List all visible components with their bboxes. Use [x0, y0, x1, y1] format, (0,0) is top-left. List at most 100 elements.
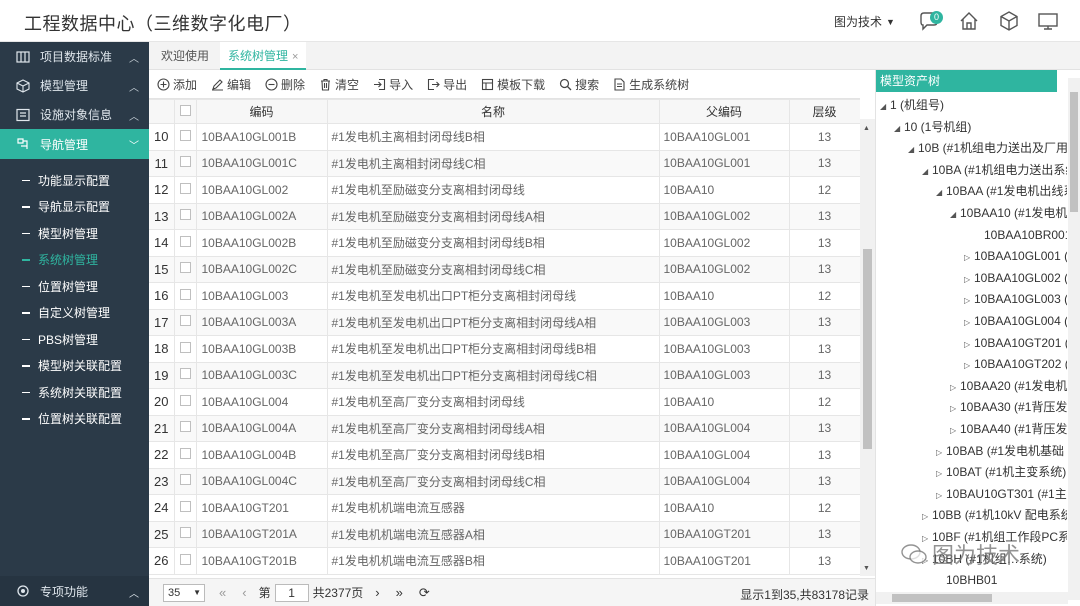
table-row[interactable]: 15 10BAA10GL002C #1发电机至励磁变分支离相封闭母线C相 10BAA1… — [149, 255, 860, 283]
tree-node[interactable]: ◢ 10B (#1机组电力送出及厂用 — [908, 138, 1067, 159]
delete-button[interactable]: 删除 — [265, 76, 305, 93]
row-checkbox[interactable] — [173, 388, 197, 416]
tab-welcome[interactable]: 欢迎使用 — [153, 42, 217, 70]
tree-node[interactable]: ▷ 10BAA10GL001 ( — [964, 246, 1067, 267]
collapsed-toggle-icon[interactable]: ▷ — [950, 377, 960, 398]
scrollbar-thumb[interactable] — [892, 594, 992, 602]
expanded-toggle-icon[interactable]: ◢ — [894, 118, 904, 139]
row-checkbox[interactable] — [173, 547, 197, 575]
row-checkbox[interactable] — [173, 414, 197, 442]
collapsed-toggle-icon[interactable]: ▷ — [950, 398, 960, 419]
table-row[interactable]: 20 10BAA10GL004 #1发电机至高厂变分支离相封闭母线 10BAA10 12 — [149, 388, 860, 416]
import-button[interactable]: 导入 — [373, 76, 413, 93]
clear-button[interactable]: 清空 — [319, 76, 359, 93]
sidebar-subitem-custom-tree[interactable]: 自定义树管理 — [0, 300, 149, 327]
collapsed-toggle-icon[interactable]: ▷ — [936, 485, 946, 506]
table-row[interactable]: 12 10BAA10GL002 #1发电机至励磁变分支离相封闭母线 10BAA10 12 — [149, 176, 860, 204]
table-row[interactable]: 21 10BAA10GL004A #1发电机至高厂变分支离相封闭母线A相 10BAA1… — [149, 414, 860, 442]
tree-node[interactable]: ◢ 10BA (#1机组电力送出系统 — [922, 160, 1067, 181]
edit-button[interactable]: 编辑 — [211, 76, 251, 93]
tree-node[interactable]: ◢ 10BAA (#1发电机出线系 — [936, 181, 1067, 202]
page-number-input[interactable]: 1 — [274, 583, 309, 602]
tree-node[interactable]: ▷ 10BAB (#1发电机基础 — [936, 441, 1064, 462]
collapsed-toggle-icon[interactable]: ▷ — [964, 355, 974, 376]
sidebar-item-project-standard[interactable]: 项目数据标准 ︿ — [0, 42, 149, 71]
add-button[interactable]: 添加 — [157, 76, 197, 93]
table-row[interactable]: 17 10BAA10GL003A #1发电机至发电机出口PT柜分支离相封闭母线A相 1… — [149, 308, 860, 336]
tree-node[interactable]: ◢ 10BAA10 (#1发电机 — [950, 203, 1067, 224]
table-row[interactable]: 14 10BAA10GL002B #1发电机至励磁变分支离相封闭母线B相 10BAA1… — [149, 229, 860, 257]
home-icon[interactable] — [958, 10, 980, 32]
sidebar-item-facility[interactable]: 设施对象信息 ︿ — [0, 100, 149, 129]
expanded-toggle-icon[interactable]: ◢ — [908, 139, 918, 160]
table-row[interactable]: 24 10BAA10GT201 #1发电机机端电流互感器 10BAA10 12 — [149, 494, 860, 522]
table-row[interactable]: 25 10BAA10GT201A #1发电机机端电流互感器A相 10BAA10GT20… — [149, 520, 860, 548]
page-size-select[interactable]: 35 ▼ — [163, 583, 205, 602]
tree-horizontal-scrollbar[interactable] — [876, 592, 1068, 604]
sidebar-subitem-model-tree-link[interactable]: 模型树关联配置 — [0, 353, 149, 380]
sidebar-subitem-model-tree[interactable]: 模型树管理 — [0, 220, 149, 247]
table-row[interactable]: 23 10BAA10GL004C #1发电机至高厂变分支离相封闭母线C相 10BAA1… — [149, 467, 860, 495]
collapsed-toggle-icon[interactable]: ▷ — [936, 442, 946, 463]
tree-node[interactable]: ▷ 10BAA10GT202 ( — [964, 354, 1067, 375]
collapsed-toggle-icon[interactable]: ▷ — [922, 506, 932, 527]
tree-node[interactable]: ▷ 10BAA10GL004 ( — [964, 311, 1067, 332]
row-checkbox[interactable] — [173, 520, 197, 548]
expanded-toggle-icon[interactable]: ◢ — [950, 204, 960, 225]
sidebar-subitem-pbs-tree[interactable]: PBS树管理 — [0, 326, 149, 353]
row-checkbox[interactable] — [173, 255, 197, 283]
cube-icon[interactable] — [998, 10, 1020, 32]
scrollbar-thumb[interactable] — [863, 249, 872, 449]
table-row[interactable]: 10 10BAA10GL001B #1发电机主离相封闭母线B相 10BAA10GL00… — [149, 123, 860, 151]
tree-node[interactable]: ▷ 10BAA10GT201 ( — [964, 333, 1067, 354]
search-button[interactable]: 搜索 — [559, 76, 599, 93]
generate-system-tree-button[interactable]: 生成系统树 — [613, 76, 689, 93]
tree-node[interactable]: ▷ 10BAA10GL003 ( — [964, 289, 1067, 310]
export-button[interactable]: 导出 — [427, 76, 467, 93]
select-all-checkbox[interactable] — [173, 99, 197, 124]
tree-node[interactable]: ▷ 10BAA10GL002 ( — [964, 268, 1067, 289]
sidebar-subitem-system-tree-link[interactable]: 系统树关联配置 — [0, 379, 149, 406]
row-checkbox[interactable] — [173, 149, 197, 177]
row-checkbox[interactable] — [173, 494, 197, 522]
next-page-icon[interactable]: › — [375, 585, 379, 600]
tree-node[interactable]: ▷ 10BAT (#1机主变系统) — [936, 462, 1066, 483]
refresh-icon[interactable]: ⟳ — [419, 585, 430, 601]
sidebar-subitem-location-tree-link[interactable]: 位置树关联配置 — [0, 406, 149, 433]
sidebar-item-navigation[interactable]: 导航管理 ﹀ — [0, 129, 149, 159]
tree-node[interactable]: ▷ 10BAA40 (#1背压发 — [950, 419, 1067, 440]
tree-node[interactable]: ◢ 10 (1号机组) — [894, 117, 971, 138]
tree-scrollbar[interactable] — [1068, 78, 1080, 600]
column-header-name[interactable]: 名称 — [326, 99, 660, 124]
tab-system-tree[interactable]: 系统树管理 × — [220, 42, 307, 70]
row-checkbox[interactable] — [173, 229, 197, 257]
table-row[interactable]: 16 10BAA10GL003 #1发电机至发电机出口PT柜分支离相封闭母线 10BA… — [149, 282, 860, 310]
monitor-icon[interactable] — [1037, 10, 1059, 32]
scrollbar-thumb[interactable] — [1070, 92, 1078, 212]
table-row[interactable]: 13 10BAA10GL002A #1发电机至励磁变分支离相封闭母线A相 10BAA1… — [149, 202, 860, 230]
prev-page-icon[interactable]: ‹ — [242, 585, 246, 600]
user-menu[interactable]: 图为技术 ▼ — [834, 13, 895, 30]
collapsed-toggle-icon[interactable]: ▷ — [964, 247, 974, 268]
row-checkbox[interactable] — [173, 335, 197, 363]
expanded-toggle-icon[interactable]: ◢ — [880, 96, 890, 117]
collapsed-toggle-icon[interactable]: ▷ — [950, 420, 960, 441]
tree-node[interactable]: 10BAA10BR001 — [974, 225, 1067, 246]
tree-node[interactable]: 10BHB01 — [936, 570, 997, 591]
expanded-toggle-icon[interactable]: ◢ — [922, 161, 932, 182]
row-checkbox[interactable] — [173, 176, 197, 204]
last-page-icon[interactable]: » — [396, 585, 403, 600]
row-checkbox[interactable] — [173, 202, 197, 230]
collapsed-toggle-icon[interactable]: ▷ — [964, 334, 974, 355]
collapsed-toggle-icon[interactable]: ▷ — [936, 463, 946, 484]
scroll-down-icon[interactable]: ▼ — [863, 565, 870, 572]
expanded-toggle-icon[interactable]: ◢ — [936, 182, 946, 203]
sidebar-subitem-location-tree[interactable]: 位置树管理 — [0, 273, 149, 300]
tree-node[interactable]: ▷ 10BB (#1机10kV 配电系统 — [922, 505, 1067, 526]
table-row[interactable]: 19 10BAA10GL003C #1发电机至发电机出口PT柜分支离相封闭母线C相 1… — [149, 361, 860, 389]
tree-node[interactable]: ◢ 1 (机组号) — [880, 95, 944, 116]
column-header-parent[interactable]: 父编码 — [658, 99, 790, 124]
tree-node[interactable]: ▷ 10BAA20 (#1发电机 — [950, 376, 1067, 397]
tree-node[interactable]: ▷ 10BAA30 (#1背压发 — [950, 397, 1067, 418]
row-checkbox[interactable] — [173, 467, 197, 495]
